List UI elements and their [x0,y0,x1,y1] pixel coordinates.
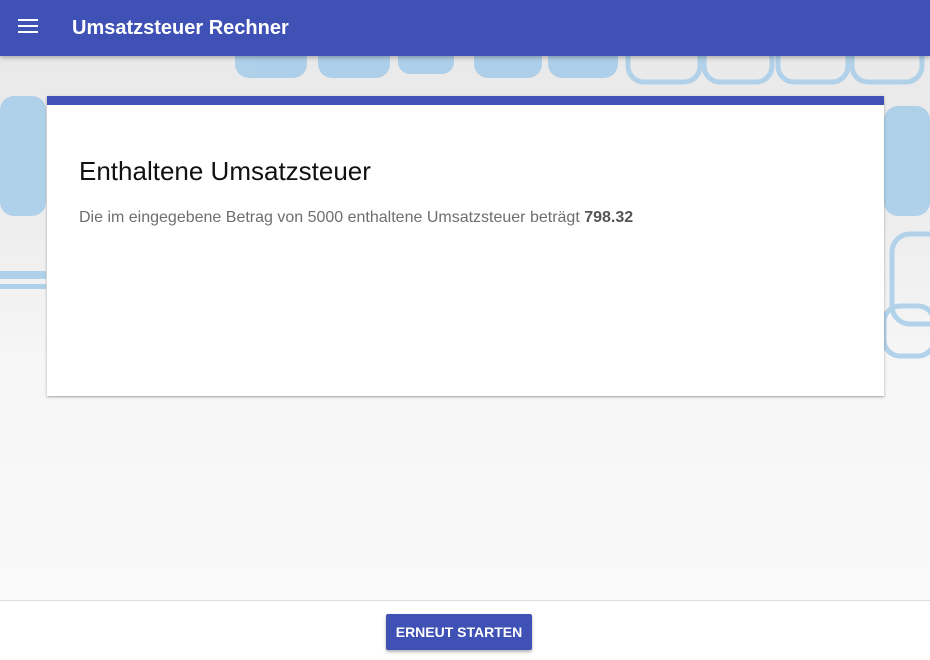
result-text: Die im eingegebene Betrag von 5000 entha… [79,207,633,229]
app-title: Umsatzsteuer Rechner [72,17,289,39]
result-card: Enthaltene Umsatzsteuer Die im eingegebe… [47,96,884,396]
result-card-title: Enthaltene Umsatzsteuer [79,156,371,186]
footer-bar: ERNEUT STARTEN [0,600,930,660]
top-app-bar: Umsatzsteuer Rechner [0,0,930,56]
result-text-prefix: Die im eingegebene Betrag von 5000 entha… [79,209,585,226]
app-root: Umsatzsteuer Rechner Enthaltene Umsatzst… [0,0,930,660]
result-amount: 798.32 [584,209,634,226]
menu-icon [18,18,38,38]
restart-button[interactable]: ERNEUT STARTEN [386,614,532,650]
menu-button[interactable] [10,10,46,46]
